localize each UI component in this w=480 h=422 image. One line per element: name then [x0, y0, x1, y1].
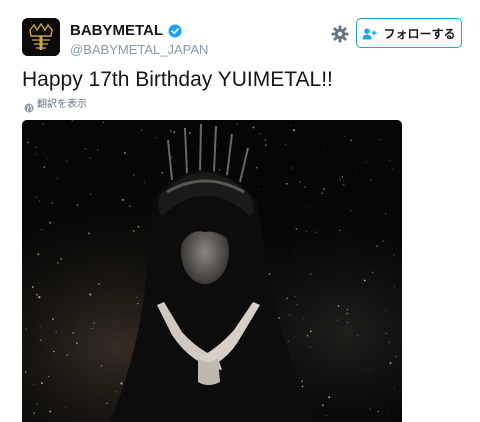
follow-button-label: フォローする — [383, 26, 456, 41]
user-handle[interactable]: @BABYMETAL_JAPAN — [70, 42, 208, 58]
gear-icon[interactable] — [330, 24, 350, 44]
display-name-row[interactable]: BABYMETAL — [70, 22, 208, 40]
tweet-text: Happy 17th Birthday YUIMETAL!! — [22, 68, 333, 91]
add-user-icon — [362, 27, 378, 40]
display-name[interactable]: BABYMETAL — [70, 22, 163, 40]
follow-button[interactable]: フォローする — [356, 18, 462, 48]
avatar[interactable] — [22, 18, 60, 56]
account-info: BABYMETAL @BABYMETAL_JAPAN — [70, 22, 208, 58]
photo-image — [22, 120, 402, 422]
tweet-photo[interactable] — [22, 120, 402, 422]
tweet-header: BABYMETAL @BABYMETAL_JAPAN フォローする — [22, 18, 462, 60]
translate-link[interactable]: 翻訳を表示 — [24, 99, 87, 113]
globe-icon — [24, 100, 34, 113]
verified-badge-icon — [168, 24, 182, 38]
translate-label: 翻訳を表示 — [37, 99, 87, 110]
babymetal-logo — [22, 18, 60, 56]
